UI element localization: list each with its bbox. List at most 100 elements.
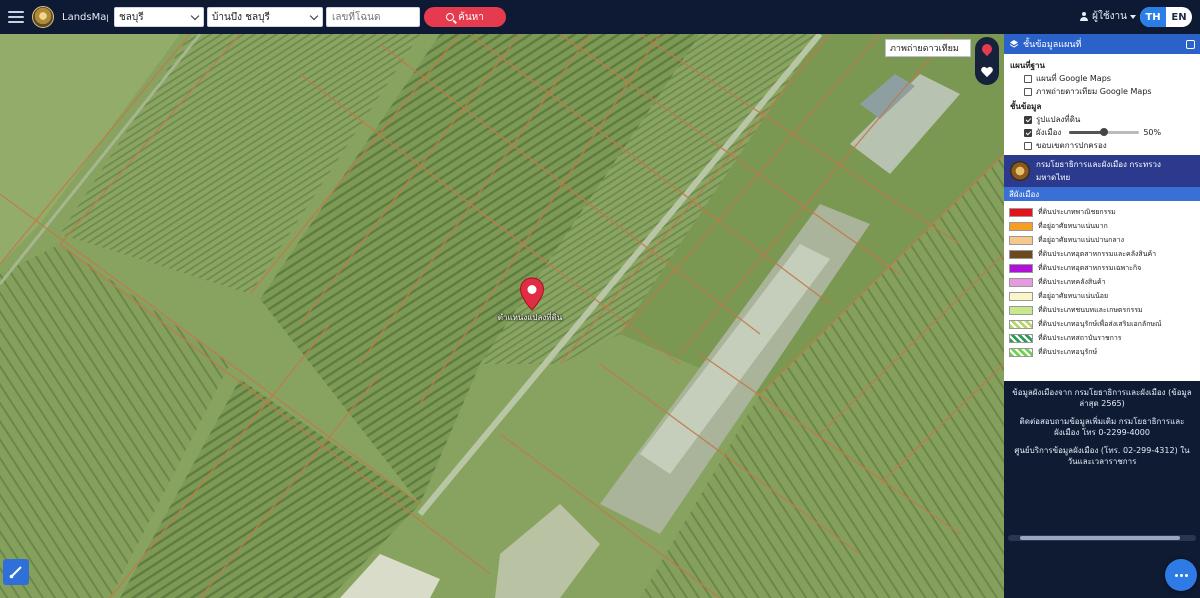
legend-label: ที่ดินประเภทชนบทและเกษตรกรรม (1038, 305, 1143, 314)
app-root: LandsMaps ชลบุรี บ้านบึง ชลบุรี ค้นหา ผู… (0, 0, 1200, 598)
top-bar: LandsMaps ชลบุรี บ้านบึง ชลบุรี ค้นหา ผู… (0, 0, 1200, 34)
agency-banner: กรมโยธาธิการและผังเมือง กระทรวงมหาดไทย (1004, 155, 1200, 187)
legend-swatch (1009, 333, 1033, 343)
layer-label: รูปแปลงที่ดิน (1036, 115, 1081, 124)
language-toggle[interactable]: TH EN (1140, 7, 1192, 27)
app-name: LandsMaps (62, 11, 108, 23)
location-pin-icon[interactable] (519, 277, 545, 311)
legend-label: ที่ดินประเภทสถาบันราชการ (1038, 333, 1122, 342)
chevron-down-icon (190, 11, 200, 21)
district-select-value: บ้านบึง ชลบุรี (212, 11, 270, 23)
legend-swatch (1009, 319, 1033, 329)
legend-label: ที่อยู่อาศัยหนาแน่นปานกลาง (1038, 235, 1125, 244)
legend-item: ที่ดินประเภทชนบทและเกษตรกรรม (1009, 303, 1195, 317)
province-select[interactable]: ชลบุรี (114, 7, 204, 27)
legend-label: ที่ดินประเภทอุตสาหกรรมและคลังสินค้า (1038, 249, 1157, 258)
legend-swatch (1009, 347, 1033, 357)
checkbox-checked[interactable] (1024, 128, 1032, 137)
pin-icon[interactable] (979, 41, 995, 56)
layer-label: ผังเมือง (1036, 128, 1062, 137)
panel-title: ชั้นข้อมูลแผนที่ (1023, 40, 1082, 50)
search-button[interactable]: ค้นหา (424, 7, 506, 27)
layer-group-title: ชั้นข้อมูล (1010, 102, 1042, 111)
favorite-heart-icon[interactable] (981, 67, 993, 78)
legend-label: ที่อยู่อาศัยหนาแน่นมาก (1038, 221, 1108, 230)
search-icon (446, 13, 455, 21)
layer-panel: ชั้นข้อมูลแผนที่ แผนที่ฐาน แผนที่ Google… (1004, 34, 1200, 598)
checkbox-checked[interactable] (1024, 115, 1032, 124)
legend-swatch (1009, 221, 1033, 231)
opacity-slider[interactable] (1069, 128, 1140, 136)
checkbox[interactable] (1024, 87, 1032, 96)
layer-zoning[interactable]: ผังเมือง 50% (1024, 126, 1194, 139)
zoning-legend: ที่ดินประเภทพาณิชยกรรมที่อยู่อาศัยหนาแน่… (1004, 201, 1200, 381)
legend-label: ที่ดินประเภทพาณิชยกรรม (1038, 207, 1116, 216)
district-select[interactable]: บ้านบึง ชลบุรี (207, 7, 323, 27)
legend-swatch (1009, 305, 1033, 315)
agency-seal-icon (1010, 161, 1030, 181)
parcel-number-input[interactable] (326, 7, 420, 27)
legend-item: ที่ดินประเภทคลังสินค้า (1009, 275, 1195, 289)
legend-swatch (1009, 263, 1033, 273)
legend-item: ที่ดินประเภทอุตสาหกรรมเฉพาะกิจ (1009, 261, 1195, 275)
lang-th-option[interactable]: TH (1140, 7, 1166, 27)
layer-google-maps[interactable]: แผนที่ Google Maps (1024, 72, 1194, 85)
layers-icon (1009, 40, 1019, 48)
checkbox[interactable] (1024, 141, 1032, 150)
info-line: ข้อมูลผังเมืองจาก กรมโยธาธิการและผังเมือ… (1012, 388, 1192, 408)
layer-parcels[interactable]: รูปแปลงที่ดิน (1024, 113, 1194, 126)
legend-swatch (1009, 207, 1033, 217)
legend-item: ที่อยู่อาศัยหนาแน่นปานกลาง (1009, 233, 1195, 247)
lang-en-option[interactable]: EN (1166, 7, 1192, 27)
legend-item: ที่ดินประเภทอนุรักษ์ (1009, 345, 1195, 359)
province-select-value: ชลบุรี (119, 11, 144, 23)
info-text: ข้อมูลผังเมืองจาก กรมโยธาธิการและผังเมือ… (1004, 381, 1200, 480)
legend-item: ที่อยู่อาศัยหนาแน่นมาก (1009, 219, 1195, 233)
legend-swatch (1009, 235, 1033, 245)
layer-label: ขอบเขตการปกครอง (1036, 141, 1107, 150)
legend-item: ที่อยู่อาศัยหนาแน่นน้อย (1009, 289, 1195, 303)
legend-item: ที่ดินประเภทสถาบันราชการ (1009, 331, 1195, 345)
expand-icon[interactable] (1186, 39, 1195, 49)
legend-title: สีผังเมือง (1004, 187, 1200, 201)
legend-item: ที่ดินประเภทพาณิชยกรรม (1009, 205, 1195, 219)
user-menu[interactable]: ผู้ใช้งาน (1079, 9, 1136, 24)
panel-header: ชั้นข้อมูลแผนที่ (1004, 34, 1200, 54)
layer-admin-boundary[interactable]: ขอบเขตการปกครอง (1024, 139, 1194, 152)
legend-swatch (1009, 291, 1033, 301)
layer-group-title: แผนที่ฐาน (1010, 61, 1045, 70)
layer-label: ภาพถ่ายดาวเทียม Google Maps (1036, 87, 1152, 96)
agency-name: กรมโยธาธิการและผังเมือง กระทรวงมหาดไทย (1036, 160, 1161, 182)
opacity-value: 50% (1143, 128, 1162, 137)
info-line: ติดต่อสอบถามข้อมูลเพิ่มเติม กรมโยธาธิการ… (1019, 417, 1185, 437)
map-tool-buttons (975, 37, 999, 85)
checkbox[interactable] (1024, 74, 1032, 83)
panel-scrollbar[interactable] (1008, 535, 1196, 541)
chevron-down-icon (309, 11, 319, 21)
app-logo (32, 6, 54, 28)
legend-swatch (1009, 249, 1033, 259)
layer-google-satellite[interactable]: ภาพถ่ายดาวเทียม Google Maps (1024, 85, 1194, 98)
caret-down-icon (1130, 14, 1136, 19)
legend-label: ที่ดินประเภทอุตสาหกรรมเฉพาะกิจ (1038, 263, 1142, 272)
legend-label: ที่ดินประเภทอนุรักษ์เพื่อส่งเสริมเอกลักษ… (1038, 319, 1162, 328)
marker-label: ตำแหน่งแปลงที่ดิน (497, 313, 563, 322)
search-button-label: ค้นหา (458, 11, 484, 23)
layer-list: แผนที่ฐาน แผนที่ Google Maps ภาพถ่ายดาวเ… (1004, 54, 1200, 155)
measure-tool-button[interactable] (3, 559, 29, 585)
user-icon (1079, 11, 1089, 22)
legend-label: ที่ดินประเภทคลังสินค้า (1038, 277, 1106, 286)
legend-item: ที่ดินประเภทอุตสาหกรรมและคลังสินค้า (1009, 247, 1195, 261)
legend-swatch (1009, 277, 1033, 287)
user-label: ผู้ใช้งาน (1092, 11, 1127, 22)
legend-label: ที่ดินประเภทอนุรักษ์ (1038, 347, 1098, 356)
more-options-button[interactable] (1165, 559, 1197, 591)
map-canvas[interactable]: ภาพถ่ายดาวเทียม ตำแหน่งแปลงที่ดิน (0, 34, 1004, 598)
menu-icon[interactable] (8, 11, 24, 23)
basemap-selector[interactable]: ภาพถ่ายดาวเทียม (885, 39, 971, 57)
legend-label: ที่อยู่อาศัยหนาแน่นน้อย (1038, 291, 1109, 300)
info-line: ศูนย์บริการข้อมูลผังเมือง (โทร. 02-299-4… (1014, 446, 1190, 466)
legend-item: ที่ดินประเภทอนุรักษ์เพื่อส่งเสริมเอกลักษ… (1009, 317, 1195, 331)
layer-label: แผนที่ Google Maps (1036, 74, 1111, 83)
ruler-icon (9, 566, 22, 579)
